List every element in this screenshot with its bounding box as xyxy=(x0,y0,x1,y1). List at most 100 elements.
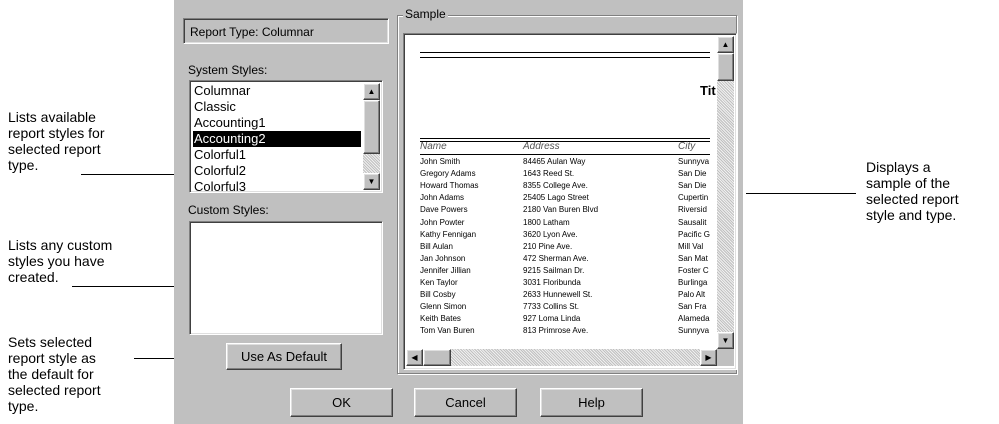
annotation-line: created. xyxy=(8,269,59,285)
sample-preview: Tit Name Address City John Smith 84465 Au… xyxy=(403,33,737,370)
cell-address: 3620 Lyon Ave. xyxy=(523,229,578,239)
cell-city: Mill Val xyxy=(678,241,704,251)
list-item[interactable]: Classic xyxy=(193,99,236,115)
system-styles-listbox[interactable]: Columnar Classic Accounting1 Accounting2… xyxy=(189,80,383,193)
cell-city: San Mat xyxy=(678,253,708,263)
cell-name: Jan Johnson xyxy=(420,253,466,263)
cell-address: 84465 Aulan Way xyxy=(523,157,586,166)
cell-city: Cupertin xyxy=(678,193,709,203)
list-item[interactable]: Colorful2 xyxy=(193,163,246,179)
custom-styles-label: Custom Styles: xyxy=(188,203,269,217)
header-name: Name xyxy=(420,141,447,152)
cell-address: 3031 Floribunda xyxy=(523,278,581,287)
title-rule xyxy=(420,52,710,53)
cell-name: Kathy Fennigan xyxy=(420,229,477,239)
cell-address: 1643 Reed St. xyxy=(523,169,575,179)
header-rule xyxy=(420,141,710,142)
cell-address: 9215 Sailman Dr. xyxy=(523,265,585,275)
system-styles-scrollbar[interactable]: ▲ ▼ xyxy=(363,83,380,190)
scroll-thumb[interactable] xyxy=(363,100,380,154)
cell-address: 1800 Latham xyxy=(523,217,570,227)
cell-address: 813 Primrose Ave. xyxy=(523,326,589,336)
annotation-line: style and type. xyxy=(866,207,957,223)
header-address: Address xyxy=(523,141,560,152)
sample-label: Sample xyxy=(403,7,448,21)
scroll-thumb[interactable] xyxy=(717,53,734,81)
cell-name: Ken Taylor xyxy=(420,278,458,287)
scroll-right-button[interactable]: ▶ xyxy=(700,349,717,366)
cell-city: Palo Alt xyxy=(678,290,706,300)
cell-address: 25405 Lago Street xyxy=(523,193,589,203)
sample-horizontal-scrollbar[interactable]: ◀ ▶ xyxy=(406,349,717,366)
annotation-line: Lists any custom xyxy=(8,237,113,253)
cell-city: San Die xyxy=(678,169,707,179)
annotation-line: report style as xyxy=(8,350,96,366)
cell-city: Sausalit xyxy=(678,217,707,227)
cell-address: 2180 Van Buren Blvd xyxy=(523,205,599,215)
cell-address: 927 Loma Linda xyxy=(523,314,581,324)
cell-address: 210 Pine Ave. xyxy=(523,241,573,251)
cell-city: Pacific G xyxy=(678,229,711,239)
cell-name: Dave Powers xyxy=(420,205,468,215)
cell-city: San Fra xyxy=(678,302,707,312)
scroll-up-button[interactable]: ▲ xyxy=(717,36,734,53)
cell-name: Jennifer Jillian xyxy=(420,265,471,275)
list-item[interactable]: Colorful1 xyxy=(193,147,246,163)
use-as-default-label: Use As Default xyxy=(241,349,327,364)
sample-title: Tit xyxy=(700,83,716,98)
cell-city: Alameda xyxy=(678,314,710,324)
header-rule xyxy=(420,138,710,139)
sample-vertical-scrollbar[interactable]: ▲ ▼ xyxy=(717,36,734,349)
system-styles-label: System Styles: xyxy=(188,63,268,77)
annotation-line: the default for xyxy=(8,366,94,382)
scroll-corner xyxy=(717,349,734,366)
cell-city: Foster C xyxy=(678,265,709,275)
cell-city: Burlinga xyxy=(678,278,708,287)
scroll-left-button[interactable]: ◀ xyxy=(406,349,423,366)
annotation-line: report styles for xyxy=(8,125,105,141)
cell-name: Gregory Adams xyxy=(420,169,476,179)
cell-name: Tom Van Buren xyxy=(420,326,475,336)
list-item-selected[interactable]: Accounting2 xyxy=(193,131,361,147)
annotation-line: sample of the xyxy=(866,175,951,191)
scroll-down-button[interactable]: ▼ xyxy=(717,332,734,349)
cell-name: Howard Thomas xyxy=(420,181,479,191)
annotation-line: selected report xyxy=(8,382,101,398)
cell-name: Keith Bates xyxy=(420,314,461,324)
leader-line-sample xyxy=(746,193,856,194)
cell-city: Sunnyva xyxy=(678,326,710,336)
scroll-up-button[interactable]: ▲ xyxy=(363,83,380,100)
cell-city: San Die xyxy=(678,181,707,191)
cell-name: John Powter xyxy=(420,217,465,227)
cell-city: Riversid xyxy=(678,205,707,215)
scroll-thumb[interactable] xyxy=(423,349,451,366)
cell-address: 472 Sherman Ave. xyxy=(523,253,589,263)
custom-styles-listbox[interactable] xyxy=(189,221,383,335)
cell-name: Bill Aulan xyxy=(420,241,453,251)
list-item[interactable]: Accounting1 xyxy=(193,115,266,131)
use-as-default-button[interactable]: Use As Default xyxy=(226,343,342,370)
header-underline xyxy=(420,154,710,155)
cell-name: Bill Cosby xyxy=(420,290,456,300)
scroll-down-button[interactable]: ▼ xyxy=(363,173,380,190)
cancel-button[interactable]: Cancel xyxy=(414,388,517,417)
annotation-line: selected report xyxy=(8,141,101,157)
annotation-custom-styles: Lists any custom styles you have created… xyxy=(8,237,112,285)
cell-city: Sunnyva xyxy=(678,157,710,166)
list-item[interactable]: Colorful3 xyxy=(193,179,246,192)
annotation-line: Displays a xyxy=(866,159,931,175)
ok-button[interactable]: OK xyxy=(290,388,393,417)
header-city: City xyxy=(678,141,696,152)
annotation-sample: Displays a sample of the selected report… xyxy=(866,159,959,223)
list-item[interactable]: Columnar xyxy=(193,83,250,99)
title-rule xyxy=(420,57,710,58)
annotation-line: Sets selected xyxy=(8,334,93,350)
annotation-line: type. xyxy=(8,398,39,414)
cell-name: Glenn Simon xyxy=(420,302,467,312)
help-button[interactable]: Help xyxy=(540,388,643,417)
annotation-line: type. xyxy=(8,157,39,173)
annotation-line: styles you have xyxy=(8,253,105,269)
cell-address: 7733 Collins St. xyxy=(523,302,580,312)
cell-name: John Adams xyxy=(420,193,465,203)
annotation-use-as-default: Sets selected report style as the defaul… xyxy=(8,334,101,414)
